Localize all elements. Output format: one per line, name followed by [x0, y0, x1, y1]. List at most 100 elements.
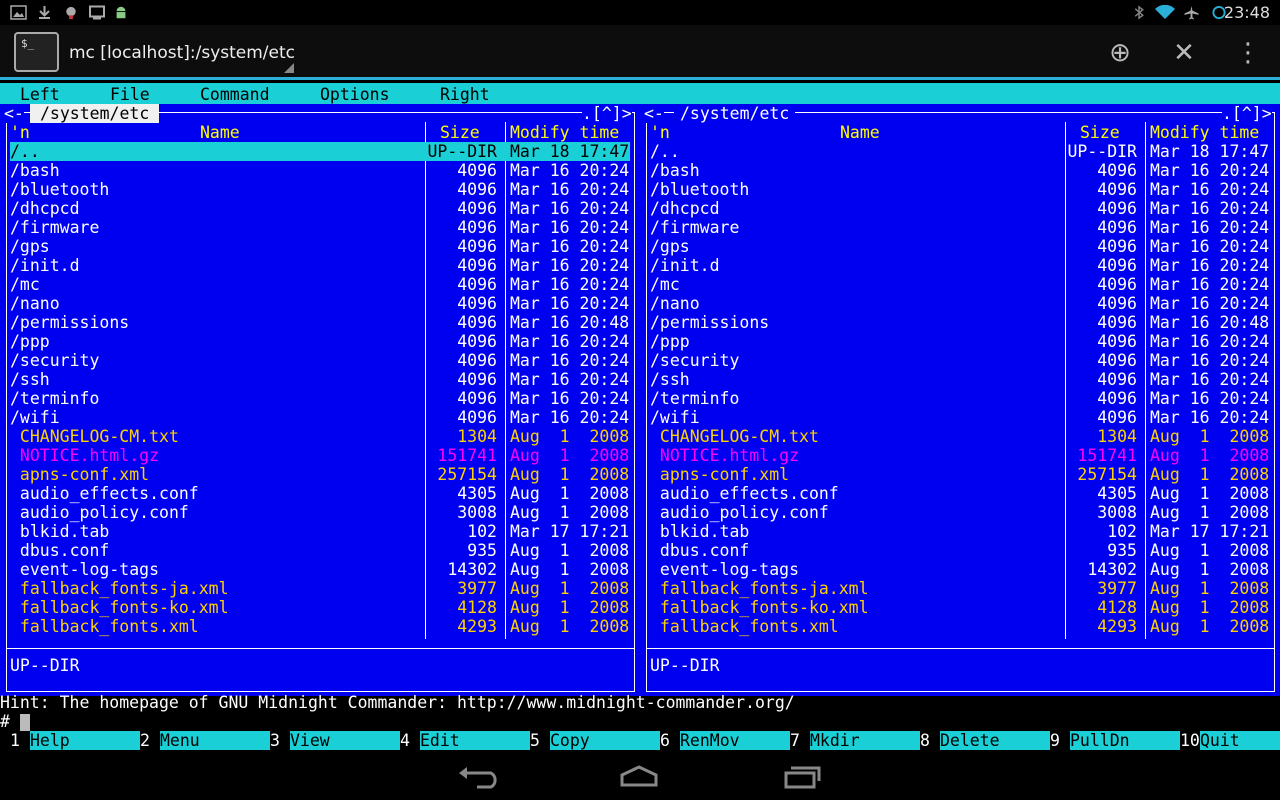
file-size: 4293 [457, 617, 497, 636]
file-row[interactable]: CHANGELOG-CM.txt 1304 Aug 1 2008 [10, 427, 630, 446]
left-panel[interactable]: <- /system/etc .[^]> 'n Name Size Modify… [0, 104, 640, 696]
file-row[interactable]: /nano 4096 Mar 16 20:24 [10, 294, 630, 313]
file-row[interactable]: /gps 4096 Mar 16 20:24 [10, 237, 630, 256]
header-name[interactable]: Name [200, 123, 240, 142]
file-row[interactable]: blkid.tab 102 Mar 17 17:21 [650, 522, 1270, 541]
file-row[interactable]: NOTICE.html.gz 151741 Aug 1 2008 [650, 446, 1270, 465]
file-row[interactable]: audio_policy.conf 3008 Aug 1 2008 [650, 503, 1270, 522]
file-row[interactable]: apns-conf.xml 257154 Aug 1 2008 [650, 465, 1270, 484]
panel-corner-left[interactable]: <- [4, 104, 24, 123]
menu-right[interactable]: Right [440, 85, 490, 104]
menu-file[interactable]: File [110, 85, 150, 104]
file-row[interactable]: blkid.tab 102 Mar 17 17:21 [10, 522, 630, 541]
file-row[interactable]: fallback_fonts-ja.xml 3977 Aug 1 2008 [650, 579, 1270, 598]
file-row[interactable]: event-log-tags 14302 Aug 1 2008 [650, 560, 1270, 579]
file-row[interactable]: /bash 4096 Mar 16 20:24 [650, 161, 1270, 180]
header-size[interactable]: Size [440, 123, 480, 142]
window-dropdown-caret-icon[interactable] [284, 63, 294, 73]
file-row[interactable]: /terminfo 4096 Mar 16 20:24 [10, 389, 630, 408]
fkey-label: Help [30, 731, 140, 750]
back-icon[interactable] [457, 763, 497, 791]
file-row[interactable]: dbus.conf 935 Aug 1 2008 [10, 541, 630, 560]
header-size[interactable]: Size [1080, 123, 1120, 142]
file-row[interactable]: /mc 4096 Mar 16 20:24 [10, 275, 630, 294]
file-row[interactable]: audio_effects.conf 4305 Aug 1 2008 [10, 484, 630, 503]
fkey-mkdir[interactable]: 7 Mkdir [790, 731, 920, 750]
file-row[interactable]: /mc 4096 Mar 16 20:24 [650, 275, 1270, 294]
file-row[interactable]: /firmware 4096 Mar 16 20:24 [10, 218, 630, 237]
file-row[interactable]: /bluetooth 4096 Mar 16 20:24 [10, 180, 630, 199]
fkey-delete[interactable]: 8 Delete [920, 731, 1050, 750]
header-sort-indicator[interactable]: 'n [10, 123, 30, 142]
file-name: fallback_fonts-ko.xml [650, 598, 869, 617]
terminal-app-icon[interactable]: $_ [14, 32, 59, 72]
overflow-menu-icon[interactable]: ⋮ [1233, 38, 1263, 68]
file-row[interactable]: fallback_fonts-ko.xml 4128 Aug 1 2008 [10, 598, 630, 617]
file-row[interactable]: /.. UP--DIR Mar 18 17:47 [650, 142, 1270, 161]
file-row[interactable]: /dhcpcd 4096 Mar 16 20:24 [650, 199, 1270, 218]
file-row[interactable]: fallback_fonts.xml 4293 Aug 1 2008 [10, 617, 630, 636]
header-modify-time[interactable]: Modify time [1150, 123, 1259, 142]
file-row[interactable]: fallback_fonts-ko.xml 4128 Aug 1 2008 [650, 598, 1270, 617]
file-row[interactable]: /permissions 4096 Mar 16 20:48 [10, 313, 630, 332]
file-row[interactable]: /security 4096 Mar 16 20:24 [650, 351, 1270, 370]
menu-options[interactable]: Options [320, 85, 390, 104]
file-row[interactable]: /security 4096 Mar 16 20:24 [10, 351, 630, 370]
file-row[interactable]: /dhcpcd 4096 Mar 16 20:24 [10, 199, 630, 218]
command-line-cursor[interactable] [20, 714, 30, 731]
fkey-view[interactable]: 3 View [270, 731, 400, 750]
file-row[interactable]: /ssh 4096 Mar 16 20:24 [10, 370, 630, 389]
file-row[interactable]: audio_effects.conf 4305 Aug 1 2008 [650, 484, 1270, 503]
fkey-pulldn[interactable]: 9 PullDn [1050, 731, 1180, 750]
file-row[interactable]: /ssh 4096 Mar 16 20:24 [650, 370, 1270, 389]
header-name[interactable]: Name [840, 123, 880, 142]
panel-corner-left[interactable]: <- [644, 104, 664, 123]
menu-command[interactable]: Command [200, 85, 270, 104]
fkey-quit[interactable]: 10 Quit [1180, 731, 1280, 750]
file-row[interactable]: /gps 4096 Mar 16 20:24 [650, 237, 1270, 256]
file-row[interactable]: /ppp 4096 Mar 16 20:24 [10, 332, 630, 351]
file-row[interactable]: NOTICE.html.gz 151741 Aug 1 2008 [10, 446, 630, 465]
file-row[interactable]: event-log-tags 14302 Aug 1 2008 [10, 560, 630, 579]
menu-left[interactable]: Left [20, 85, 60, 104]
fkey-renmov[interactable]: 6 RenMov [660, 731, 790, 750]
file-row[interactable]: /firmware 4096 Mar 16 20:24 [650, 218, 1270, 237]
file-row[interactable]: /bash 4096 Mar 16 20:24 [10, 161, 630, 180]
file-row[interactable]: fallback_fonts.xml 4293 Aug 1 2008 [650, 617, 1270, 636]
file-name: /permissions [650, 313, 770, 332]
file-size: 4305 [457, 484, 497, 503]
file-row[interactable]: audio_policy.conf 3008 Aug 1 2008 [10, 503, 630, 522]
file-row[interactable]: /.. UP--DIR Mar 18 17:47 [10, 142, 630, 161]
file-row[interactable]: /nano 4096 Mar 16 20:24 [650, 294, 1270, 313]
mc-menubar: Left File Command Options Right [0, 83, 1280, 104]
file-row[interactable]: /wifi 4096 Mar 16 20:24 [650, 408, 1270, 427]
home-icon[interactable] [619, 763, 659, 791]
panel-corner-right[interactable]: .[^]> [1222, 104, 1272, 123]
file-name: audio_policy.conf [650, 503, 829, 522]
file-row[interactable]: /permissions 4096 Mar 16 20:48 [650, 313, 1270, 332]
file-row[interactable]: /terminfo 4096 Mar 16 20:24 [650, 389, 1270, 408]
terminal-screen[interactable]: Left File Command Options Right <- /syst… [0, 83, 1280, 755]
fkey-menu[interactable]: 2 Menu [140, 731, 270, 750]
file-row[interactable]: fallback_fonts-ja.xml 3977 Aug 1 2008 [10, 579, 630, 598]
header-modify-time[interactable]: Modify time [510, 123, 619, 142]
add-icon[interactable]: ⊕ [1105, 38, 1135, 68]
right-panel[interactable]: <- /system/etc .[^]> 'n Name Size Modify… [640, 104, 1280, 696]
recent-apps-icon[interactable] [783, 763, 823, 791]
header-sort-indicator[interactable]: 'n [650, 123, 670, 142]
fkey-copy[interactable]: 5 Copy [530, 731, 660, 750]
file-row[interactable]: apns-conf.xml 257154 Aug 1 2008 [10, 465, 630, 484]
file-row[interactable]: /bluetooth 4096 Mar 16 20:24 [650, 180, 1270, 199]
fkey-help[interactable]: 1 Help [10, 731, 140, 750]
file-row[interactable]: /init.d 4096 Mar 16 20:24 [650, 256, 1270, 275]
file-size: 4096 [457, 408, 497, 427]
file-row[interactable]: /ppp 4096 Mar 16 20:24 [650, 332, 1270, 351]
panel-corner-right[interactable]: .[^]> [582, 104, 632, 123]
window-title[interactable]: mc [localhost]:/system/etc [69, 43, 295, 63]
fkey-edit[interactable]: 4 Edit [400, 731, 530, 750]
file-row[interactable]: dbus.conf 935 Aug 1 2008 [650, 541, 1270, 560]
file-row[interactable]: /wifi 4096 Mar 16 20:24 [10, 408, 630, 427]
close-icon[interactable]: ✕ [1169, 38, 1199, 68]
file-row[interactable]: CHANGELOG-CM.txt 1304 Aug 1 2008 [650, 427, 1270, 446]
file-row[interactable]: /init.d 4096 Mar 16 20:24 [10, 256, 630, 275]
